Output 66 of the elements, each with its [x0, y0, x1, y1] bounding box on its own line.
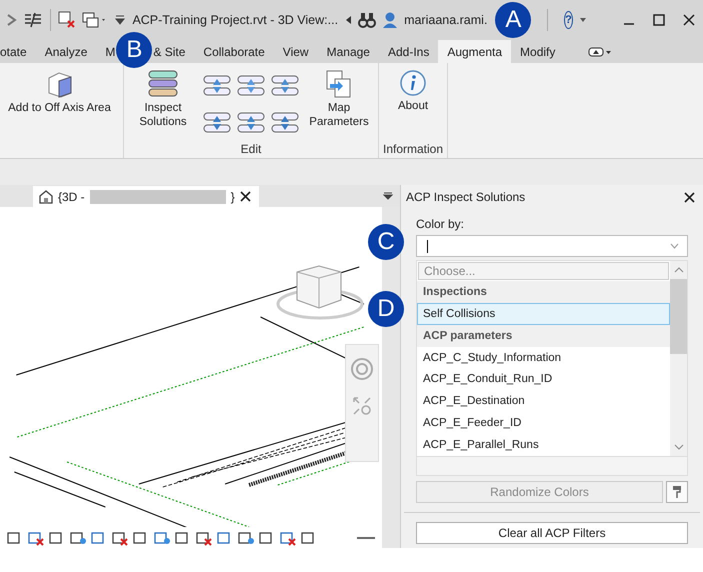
- panel-title: Edit: [240, 142, 262, 156]
- paint-roller-button[interactable]: [666, 481, 688, 503]
- view-control-icon[interactable]: [111, 530, 129, 546]
- close-icon[interactable]: [682, 14, 695, 26]
- list-option[interactable]: ACP_E_Conduit_Run_ID: [417, 368, 670, 390]
- info-icon: [399, 69, 428, 97]
- ribbon-tab[interactable]: Augmenta: [438, 40, 512, 63]
- binoculars-icon[interactable]: [358, 12, 376, 28]
- ribbon-tab[interactable]: Collaborate: [194, 40, 274, 63]
- close-icon[interactable]: [684, 192, 695, 202]
- document-tab[interactable]: {3D - }: [33, 186, 259, 207]
- dropdown-icon[interactable]: [114, 14, 126, 26]
- ribbon-tab[interactable]: Modify: [511, 40, 564, 63]
- close-windows-icon[interactable]: [58, 11, 76, 29]
- view-control-icon[interactable]: [153, 530, 171, 546]
- user-name[interactable]: mariaana.rami.: [404, 13, 488, 27]
- panel-title: Information: [383, 142, 444, 156]
- color-by-combo[interactable]: [416, 235, 688, 257]
- user-icon[interactable]: [382, 11, 398, 29]
- ribbon-tab[interactable]: Analyze: [36, 40, 96, 63]
- close-icon[interactable]: [240, 191, 251, 202]
- callout-badge: A: [495, 2, 532, 38]
- view-tab-label: {3D -: [58, 190, 85, 204]
- chevron-icon[interactable]: [670, 243, 679, 249]
- clear-filters-button[interactable]: Clear all ACP Filters: [416, 522, 688, 544]
- panel-title: ACP Inspect Solutions: [406, 190, 526, 204]
- layers-icon: [147, 69, 179, 99]
- redo-icon[interactable]: [6, 13, 18, 27]
- view-tab-label-end: }: [230, 190, 235, 204]
- document-title: ACP-Training Project.rvt - 3D View:...: [132, 13, 338, 27]
- field-label: Color by:: [416, 217, 466, 231]
- dropdown-icon[interactable]: [383, 192, 393, 200]
- ribbon-toggle-icon[interactable]: [588, 46, 612, 58]
- scroll-down-icon[interactable]: [674, 444, 684, 451]
- ribbon-tab[interactable]: M: [96, 40, 116, 63]
- ribbon-tab-label[interactable]: & Site: [153, 40, 194, 63]
- view-control-icon[interactable]: [279, 530, 297, 546]
- view-control-icon[interactable]: [69, 530, 87, 546]
- ribbon-tab[interactable]: otate: [0, 40, 36, 63]
- group-header: ACP parameters: [417, 324, 670, 347]
- search-field[interactable]: Choose...: [418, 262, 669, 280]
- house-icon: [39, 190, 53, 204]
- maximize-icon[interactable]: [652, 14, 665, 26]
- list-option[interactable]: ACP_C_Study_Information: [417, 346, 670, 368]
- left-arrow-icon[interactable]: [344, 15, 352, 25]
- scroll-up-icon[interactable]: [674, 266, 684, 273]
- list-option[interactable]: ACP_E_Destination: [417, 390, 670, 412]
- paint-roller-icon: [672, 485, 682, 499]
- list-option[interactable]: Self Collisions: [417, 302, 670, 325]
- ribbon-button[interactable]: Inspect Solutions: [128, 67, 198, 142]
- help-icon[interactable]: ?: [564, 11, 573, 29]
- list-option[interactable]: ACP_E_Parallel_Runs: [417, 434, 670, 456]
- caret-icon[interactable]: [578, 17, 587, 23]
- ribbon-tab[interactable]: Add-Ins: [378, 40, 438, 63]
- scrollbar[interactable]: [670, 261, 687, 456]
- ribbon-tab[interactable]: View: [274, 40, 318, 63]
- ribbon-button[interactable]: Map Parameters: [304, 67, 374, 142]
- list-icon[interactable]: [24, 12, 42, 28]
- ribbon-button[interactable]: Add to Off Axis Area: [0, 67, 119, 156]
- ribbon-button[interactable]: About: [383, 67, 444, 142]
- list-option[interactable]: ACP_E_Feeder_ID: [417, 412, 670, 434]
- view-control-icon[interactable]: [237, 530, 255, 546]
- ribbon-tab[interactable]: Manage: [318, 40, 379, 63]
- group-header: Inspections: [417, 280, 670, 303]
- view-control-icon[interactable]: [27, 530, 45, 546]
- view-control-icon[interactable]: [195, 530, 213, 546]
